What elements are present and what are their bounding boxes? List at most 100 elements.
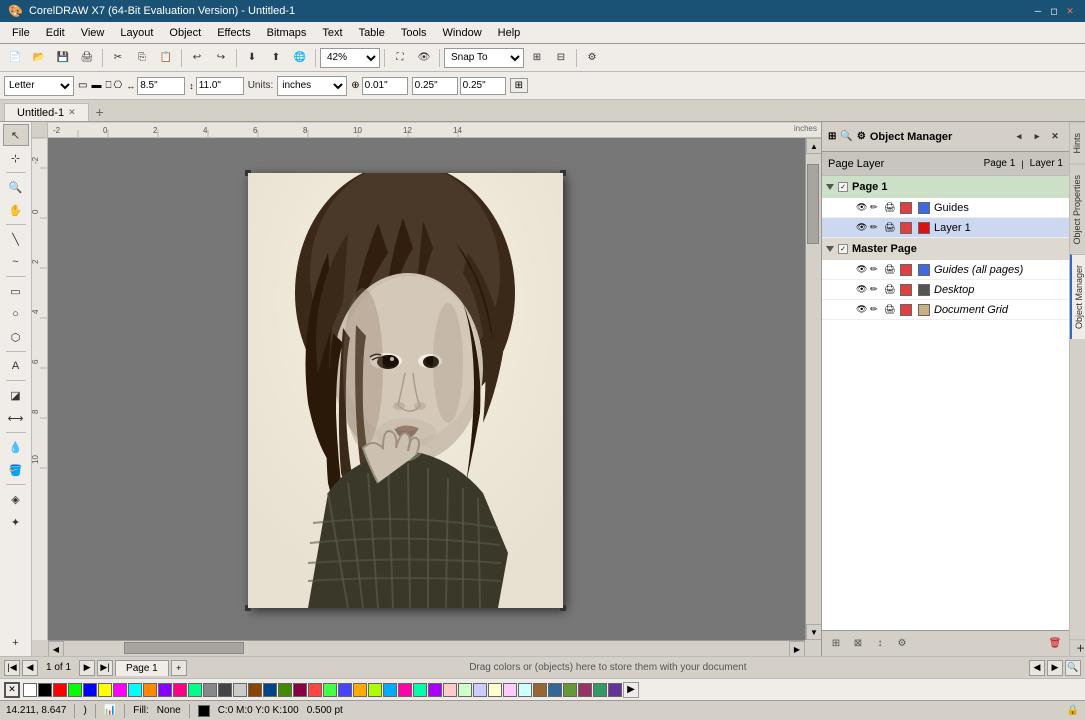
- palette-light-pink[interactable]: [443, 683, 457, 697]
- tool-polygon[interactable]: ⬡: [3, 326, 29, 348]
- menu-tools[interactable]: Tools: [393, 25, 435, 41]
- page-size-select[interactable]: Letter: [4, 76, 74, 96]
- page1-header[interactable]: ✓ Page 1: [822, 176, 1069, 198]
- export-button[interactable]: ⬆: [265, 47, 287, 69]
- palette-orange[interactable]: [143, 683, 157, 697]
- scroll-left-button[interactable]: ◀: [48, 641, 64, 656]
- layer1-pencil-icon[interactable]: ✏: [870, 222, 882, 233]
- tool-ellipse[interactable]: ○: [3, 303, 29, 325]
- tool-eyedropper[interactable]: 💧: [3, 436, 29, 458]
- guides-eye-icon[interactable]: 👁: [856, 202, 868, 213]
- palette-periwinkle[interactable]: [338, 683, 352, 697]
- tool-smart-draw[interactable]: ✦: [3, 511, 29, 533]
- detach-panel-button[interactable]: ▸: [1029, 129, 1045, 145]
- menu-file[interactable]: File: [4, 25, 38, 41]
- tool-add[interactable]: +: [3, 632, 29, 654]
- tool-rectangle[interactable]: ▭: [3, 280, 29, 302]
- palette-seafoam[interactable]: [413, 683, 427, 697]
- palette-lavender[interactable]: [503, 683, 517, 697]
- open-button[interactable]: 📂: [28, 47, 50, 69]
- palette-hot-pink[interactable]: [398, 683, 412, 697]
- move-to-layer-button[interactable]: ↕: [870, 634, 890, 654]
- tool-outline[interactable]: ◈: [3, 488, 29, 510]
- nav-icon2[interactable]: ▶: [1047, 660, 1063, 676]
- palette-navy[interactable]: [263, 683, 277, 697]
- layer1-row[interactable]: 👁 ✏ 🖨 Layer 1: [822, 218, 1069, 238]
- scroll-thumb-v[interactable]: [807, 164, 819, 244]
- restore-button[interactable]: ◻: [1047, 4, 1061, 18]
- expand-panel-button[interactable]: ◂: [1011, 129, 1027, 145]
- palette-magenta[interactable]: [113, 683, 127, 697]
- doc-grid-row[interactable]: 👁 ✏ 🖨 Document Grid: [822, 300, 1069, 320]
- scroll-up-button[interactable]: ▲: [806, 138, 821, 154]
- scroll-thumb-h[interactable]: [124, 642, 244, 654]
- snap-btn2[interactable]: ⊟: [550, 47, 572, 69]
- desktop-print-icon[interactable]: 🖨: [884, 284, 896, 295]
- layer1-print-icon[interactable]: 🖨: [884, 222, 896, 233]
- palette-salmon[interactable]: [308, 683, 322, 697]
- tool-blend[interactable]: ⟷: [3, 407, 29, 429]
- palette-red[interactable]: [53, 683, 67, 697]
- menu-layout[interactable]: Layout: [112, 25, 161, 41]
- layer-settings-button[interactable]: ⚙: [892, 634, 912, 654]
- snap-to-grid-btn[interactable]: ⊞: [510, 78, 528, 93]
- new-master-layer-button[interactable]: ⊠: [848, 634, 868, 654]
- prev-page-button[interactable]: ◀: [22, 660, 38, 676]
- master-page-header[interactable]: ✓ Master Page: [822, 238, 1069, 260]
- palette-light-blue[interactable]: [473, 683, 487, 697]
- master-checkbox[interactable]: ✓: [838, 244, 848, 254]
- first-page-button[interactable]: |◀: [4, 660, 20, 676]
- palette-cream[interactable]: [488, 683, 502, 697]
- paste-button[interactable]: 📋: [155, 47, 177, 69]
- delete-layer-button[interactable]: 🗑: [1045, 634, 1065, 654]
- tool-selector[interactable]: ↖: [3, 124, 29, 146]
- menu-help[interactable]: Help: [490, 25, 529, 41]
- palette-steel[interactable]: [548, 683, 562, 697]
- tool-text[interactable]: A: [3, 355, 29, 377]
- menu-effects[interactable]: Effects: [209, 25, 258, 41]
- cut-button[interactable]: ✂: [107, 47, 129, 69]
- options-button[interactable]: ⚙: [581, 47, 603, 69]
- doc-tab-untitled[interactable]: Untitled-1 ✕: [4, 103, 89, 121]
- print-button[interactable]: 🖨: [76, 47, 98, 69]
- palette-rose[interactable]: [578, 683, 592, 697]
- object-manager-tab[interactable]: Object Manager: [1070, 254, 1085, 339]
- new-button[interactable]: 📄: [4, 47, 26, 69]
- palette-yellow-green[interactable]: [368, 683, 382, 697]
- menu-text[interactable]: Text: [314, 25, 350, 41]
- add-panel-button[interactable]: +: [1070, 639, 1085, 656]
- palette-forest[interactable]: [563, 683, 577, 697]
- palette-violet[interactable]: [428, 683, 442, 697]
- tool-pan[interactable]: ✋: [3, 199, 29, 221]
- menu-window[interactable]: Window: [435, 25, 490, 41]
- grid-pencil-icon[interactable]: ✏: [870, 304, 882, 315]
- desktop-eye-icon[interactable]: 👁: [856, 284, 868, 295]
- palette-brown[interactable]: [248, 683, 262, 697]
- next-page-button[interactable]: ▶: [79, 660, 95, 676]
- grid-print-icon[interactable]: 🖨: [884, 304, 896, 315]
- tool-zoom[interactable]: 🔍: [3, 176, 29, 198]
- copy-button[interactable]: ⎘: [131, 47, 153, 69]
- palette-maroon[interactable]: [293, 683, 307, 697]
- palette-pink[interactable]: [173, 683, 187, 697]
- layer1-eye-icon[interactable]: 👁: [856, 222, 868, 233]
- height-input[interactable]: [196, 77, 244, 95]
- view-toggle[interactable]: 👁: [413, 47, 435, 69]
- undo-button[interactable]: ↩: [186, 47, 208, 69]
- import-button[interactable]: ⬇: [241, 47, 263, 69]
- menu-view[interactable]: View: [73, 25, 113, 41]
- palette-blue[interactable]: [83, 683, 97, 697]
- palette-ice[interactable]: [518, 683, 532, 697]
- palette-green[interactable]: [68, 683, 82, 697]
- object-properties-tab[interactable]: Object Properties: [1070, 164, 1085, 255]
- close-panel-button[interactable]: ✕: [1047, 129, 1063, 145]
- menu-bitmaps[interactable]: Bitmaps: [259, 25, 315, 41]
- snap-select[interactable]: Snap To: [444, 48, 524, 68]
- save-button[interactable]: 💾: [52, 47, 74, 69]
- menu-edit[interactable]: Edit: [38, 25, 73, 41]
- zoom-minus-button[interactable]: 🔍: [1065, 660, 1081, 676]
- guides-all-row[interactable]: 👁 ✏ 🖨 Guides (all pages): [822, 260, 1069, 280]
- tab-close-button[interactable]: ✕: [68, 107, 76, 118]
- scroll-track-h[interactable]: [64, 641, 789, 656]
- tool-node[interactable]: ⊹: [3, 147, 29, 169]
